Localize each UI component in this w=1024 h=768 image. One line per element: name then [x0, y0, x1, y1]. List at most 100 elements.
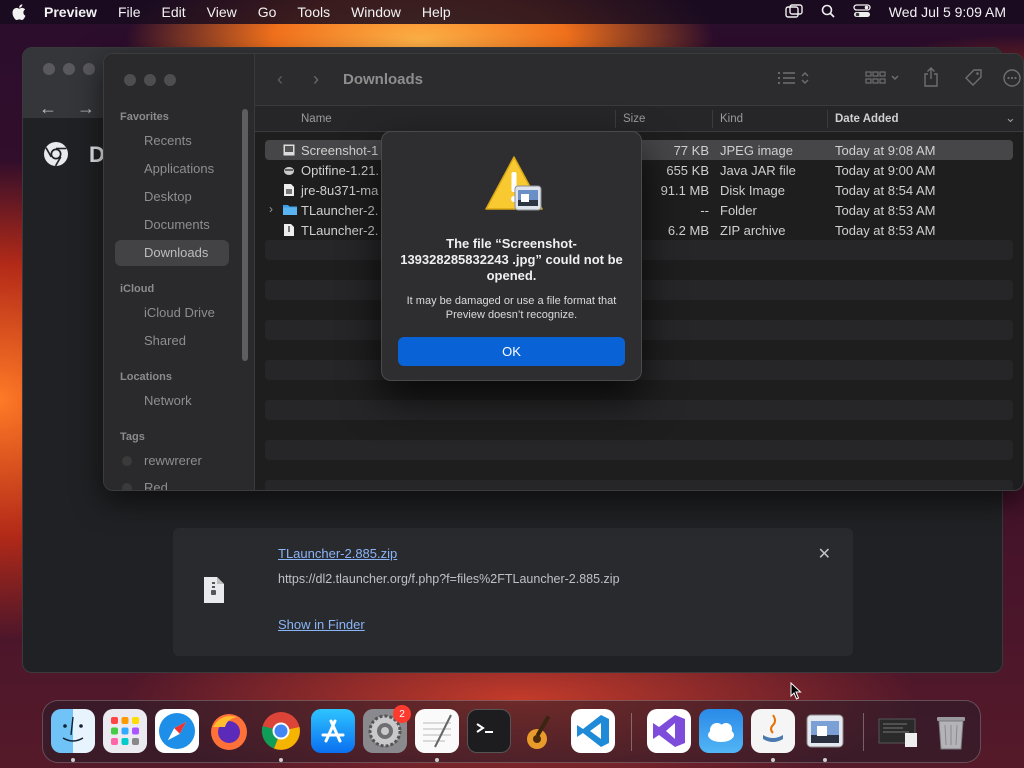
sidebar-section-favorites: Favorites — [120, 111, 169, 123]
chrome-icon[interactable] — [259, 709, 303, 753]
tag-icon[interactable] — [963, 68, 983, 92]
folder-icon — [283, 203, 297, 217]
sort-chevron-icon[interactable]: ⌄ — [1005, 110, 1016, 126]
image-file-icon — [283, 143, 295, 157]
control-center-icon[interactable] — [853, 3, 871, 21]
file-date: Today at 8:54 AM — [835, 183, 936, 198]
sidebar-tag-red[interactable]: Red — [144, 480, 168, 490]
system-settings-icon[interactable]: 2 — [363, 705, 411, 753]
list-view-icon[interactable] — [777, 70, 813, 90]
warning-icon — [483, 154, 545, 216]
file-name: Screenshot-1 — [301, 143, 379, 158]
column-divider[interactable] — [827, 110, 828, 128]
sidebar-item-icloud-drive[interactable]: iCloud Drive — [144, 305, 215, 320]
sidebar-tag-rewwrerer[interactable]: rewwrerer — [144, 453, 202, 468]
preview-icon[interactable] — [803, 709, 847, 753]
textedit-icon[interactable] — [415, 709, 459, 753]
column-divider[interactable] — [615, 110, 616, 128]
dock: 2 — [42, 700, 981, 763]
column-size[interactable]: Size — [623, 113, 645, 125]
terminal-icon[interactable] — [467, 709, 511, 753]
file-name: TLauncher-2. — [301, 223, 379, 238]
sidebar-item-applications[interactable]: Applications — [144, 161, 214, 176]
apple-menu-icon[interactable] — [12, 4, 26, 20]
menu-app-name[interactable]: Preview — [44, 4, 97, 20]
alert-message: It may be damaged or use a file format t… — [406, 295, 617, 321]
trash-icon[interactable] — [929, 709, 973, 753]
file-date: Today at 9:08 AM — [835, 143, 936, 158]
sidebar-item-shared[interactable]: Shared — [144, 333, 186, 348]
chrome-nav-buttons: ← → — [39, 98, 95, 119]
more-actions-icon[interactable] — [1003, 69, 1023, 91]
menu-help[interactable]: Help — [422, 4, 451, 20]
jar-file-icon — [283, 163, 295, 177]
firefox-icon[interactable] — [207, 709, 251, 753]
menu-file[interactable]: File — [118, 4, 141, 20]
app-store-icon[interactable] — [311, 709, 355, 753]
download-url: https://dl2.tlauncher.org/f.php?f=files%… — [278, 572, 620, 586]
forward-arrow-icon[interactable]: → — [77, 98, 95, 119]
dock-separator — [863, 713, 864, 751]
show-in-finder-link[interactable]: Show in Finder — [278, 617, 365, 632]
visual-studio-icon[interactable] — [647, 709, 691, 753]
finder-icon[interactable] — [51, 709, 95, 753]
file-date: Today at 8:53 AM — [835, 223, 936, 238]
group-grid-icon[interactable] — [865, 70, 903, 90]
file-kind: Disk Image — [720, 183, 786, 198]
safari-icon[interactable] — [155, 709, 199, 753]
column-name[interactable]: Name — [301, 113, 332, 125]
sidebar-item-desktop[interactable]: Desktop — [144, 189, 192, 204]
disk-image-file-icon — [283, 183, 295, 197]
menu-clock[interactable]: Wed Jul 5 9:09 AM — [889, 4, 1006, 20]
finder-sidebar: Favorites Recents Applications Desktop D… — [104, 54, 255, 490]
sidebar-section-locations: Locations — [120, 371, 172, 383]
column-header: Name Size Kind Date Added ⌄ — [255, 106, 1023, 132]
finder-traffic-lights[interactable] — [124, 74, 176, 86]
back-chevron-icon[interactable]: ‹ — [277, 69, 283, 90]
file-date: Today at 9:00 AM — [835, 163, 936, 178]
downloads-stack-icon[interactable] — [877, 709, 921, 753]
menu-view[interactable]: View — [207, 4, 237, 20]
ok-button[interactable]: OK — [398, 337, 625, 366]
weather-icon[interactable] — [699, 709, 743, 753]
zip-file-icon — [283, 223, 295, 237]
menu-bar: Preview File Edit View Go Tools Window H… — [0, 0, 1024, 24]
download-file-link[interactable]: TLauncher-2.885.zip — [278, 546, 397, 561]
sidebar-item-network[interactable]: Network — [144, 393, 192, 408]
disclosure-chevron-icon[interactable]: › — [269, 202, 273, 216]
dock-separator — [631, 713, 632, 751]
menu-tools[interactable]: Tools — [297, 4, 330, 20]
back-arrow-icon[interactable]: ← — [39, 98, 57, 119]
sidebar-scrollbar[interactable] — [242, 109, 248, 361]
menu-window[interactable]: Window — [351, 4, 401, 20]
sidebar-item-recents[interactable]: Recents — [144, 133, 192, 148]
forward-chevron-icon[interactable]: › — [313, 69, 319, 90]
garageband-icon[interactable] — [519, 709, 563, 753]
running-indicator — [823, 758, 827, 762]
sidebar-section-icloud: iCloud — [120, 283, 155, 295]
column-divider[interactable] — [712, 110, 713, 128]
vscode-icon[interactable] — [571, 709, 615, 753]
download-item: TLauncher-2.885.zip https://dl2.tlaunche… — [173, 528, 853, 656]
file-name: Optifine-1.21. — [301, 163, 380, 178]
finder-window-title: Downloads — [343, 71, 424, 88]
column-kind[interactable]: Kind — [720, 113, 743, 125]
sidebar-section-tags: Tags — [120, 431, 145, 443]
spotlight-search-icon[interactable] — [821, 4, 835, 21]
sidebar-item-documents[interactable]: Documents — [144, 217, 210, 232]
menu-go[interactable]: Go — [258, 4, 277, 20]
file-name: TLauncher-2. — [301, 203, 379, 218]
screen-mirroring-icon[interactable] — [785, 3, 803, 21]
column-date-added[interactable]: Date Added — [835, 113, 898, 125]
java-icon[interactable] — [751, 709, 795, 753]
empty-row — [265, 400, 1013, 420]
menu-edit[interactable]: Edit — [162, 4, 186, 20]
close-icon[interactable]: ✕ — [818, 544, 831, 564]
chrome-traffic-lights[interactable] — [43, 63, 95, 75]
launchpad-icon[interactable] — [103, 709, 147, 753]
file-date: Today at 8:53 AM — [835, 203, 936, 218]
empty-row — [265, 440, 1013, 460]
file-kind: ZIP archive — [720, 223, 786, 238]
share-icon[interactable] — [923, 67, 939, 91]
sidebar-item-downloads[interactable]: Downloads — [144, 245, 208, 260]
